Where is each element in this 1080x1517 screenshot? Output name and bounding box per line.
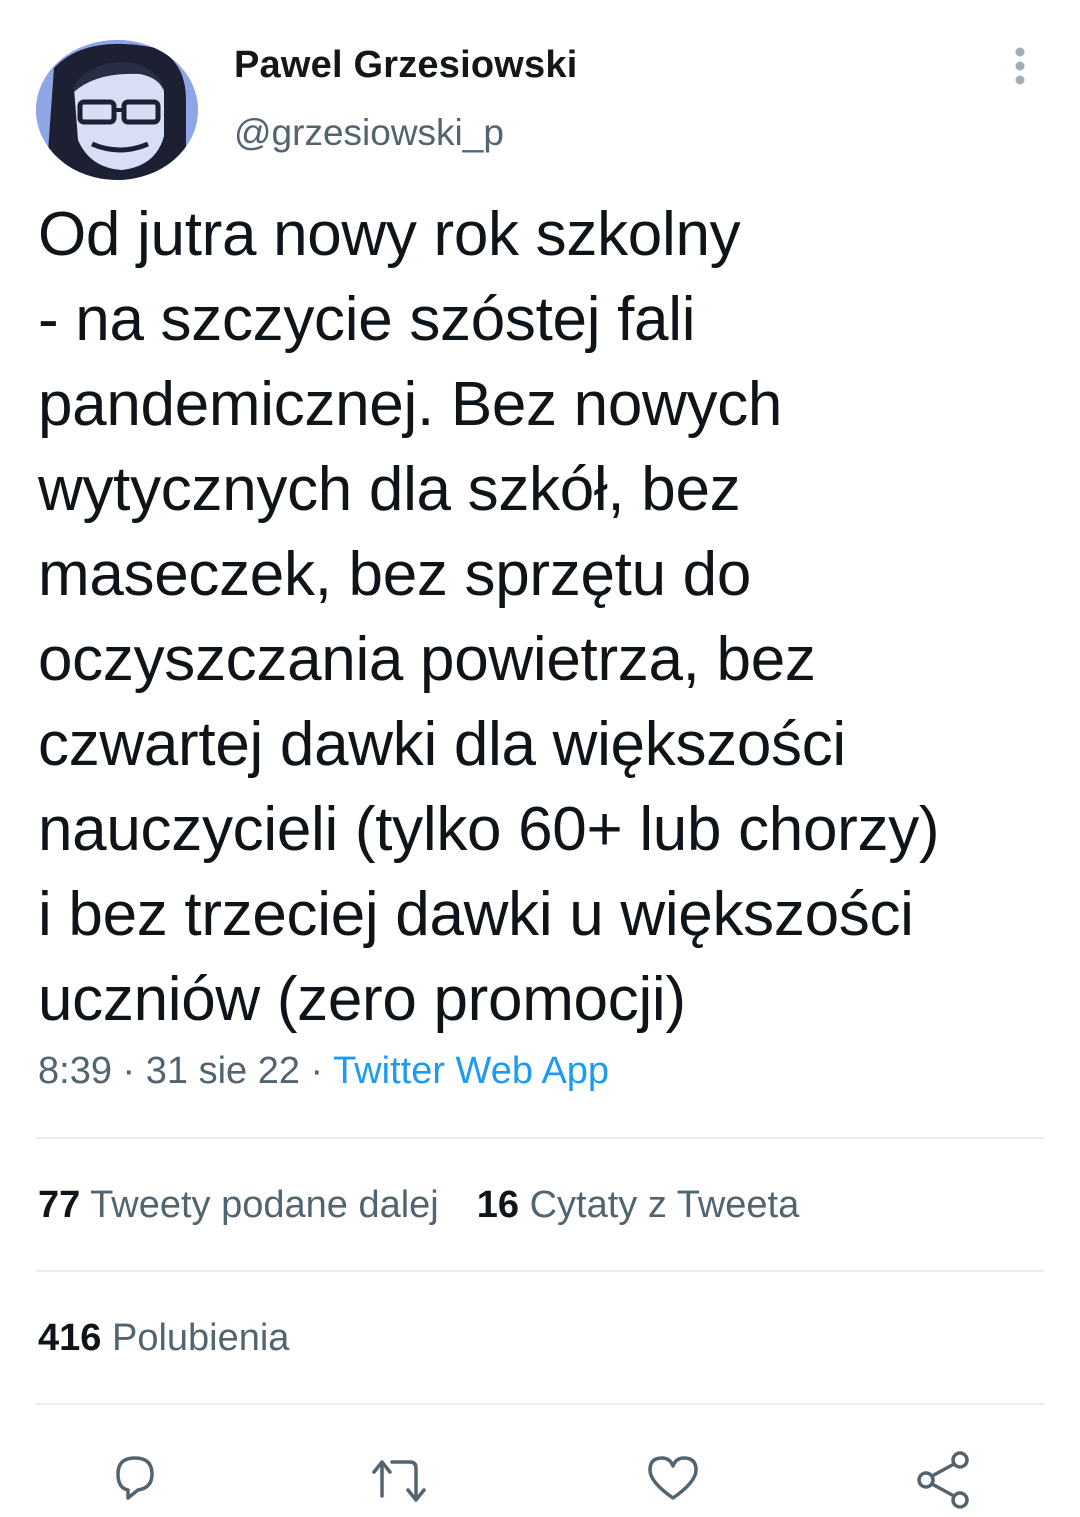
author-handle[interactable]: @grzesiowski_p (234, 112, 504, 154)
meta-separator: · (122, 1050, 136, 1092)
divider (36, 1137, 1044, 1139)
retweets-label: Tweety podane dalej (90, 1184, 439, 1226)
like-button[interactable] (642, 1450, 704, 1512)
author-display-name[interactable]: Pawel Grzesiowski (234, 44, 577, 87)
engagement-stats-row: 77 Tweety podane dalej 16 Cytaty z Tweeta (38, 1184, 799, 1227)
tweet-header: Pawel Grzesiowski @grzesiowski_p (0, 0, 1080, 190)
share-button[interactable] (912, 1450, 974, 1512)
tweet-date[interactable]: 31 sie 22 (146, 1050, 300, 1092)
more-vertical-icon (1015, 47, 1025, 85)
likes-stats-row: 416 Polubienia (38, 1317, 289, 1360)
tweet-actions-bar (0, 1430, 1080, 1509)
avatar-portrait-icon (36, 40, 198, 180)
tweet-source-link[interactable]: Twitter Web App (333, 1050, 609, 1092)
tweet-time[interactable]: 8:39 (38, 1050, 112, 1092)
meta-separator: · (310, 1050, 324, 1092)
reply-icon (116, 1456, 154, 1500)
quotes-label: Cytaty z Tweeta (529, 1184, 800, 1226)
reply-button[interactable] (104, 1450, 166, 1512)
likes-count: 416 (38, 1317, 102, 1359)
retweets-count: 77 (38, 1184, 81, 1226)
quotes-stat[interactable]: 16 Cytaty z Tweeta (477, 1184, 799, 1226)
retweets-stat[interactable]: 77 Tweety podane dalej (38, 1184, 439, 1226)
likes-label: Polubienia (111, 1317, 290, 1359)
retweet-button[interactable] (368, 1450, 430, 1512)
divider (36, 1270, 1044, 1272)
likes-stat[interactable]: 416 Polubienia (38, 1317, 289, 1359)
heart-icon (648, 1456, 698, 1500)
quotes-count: 16 (476, 1184, 520, 1226)
more-options-button[interactable] (1004, 44, 1036, 88)
retweet-icon (372, 1460, 426, 1502)
divider (36, 1403, 1044, 1405)
tweet-meta: 8:39 · 31 sie 22 · Twitter Web App (38, 1050, 609, 1093)
share-icon (917, 1451, 969, 1509)
tweet-text: Od jutra nowy rok szkolny - na szczycie … (38, 200, 940, 1034)
avatar[interactable] (36, 40, 198, 180)
